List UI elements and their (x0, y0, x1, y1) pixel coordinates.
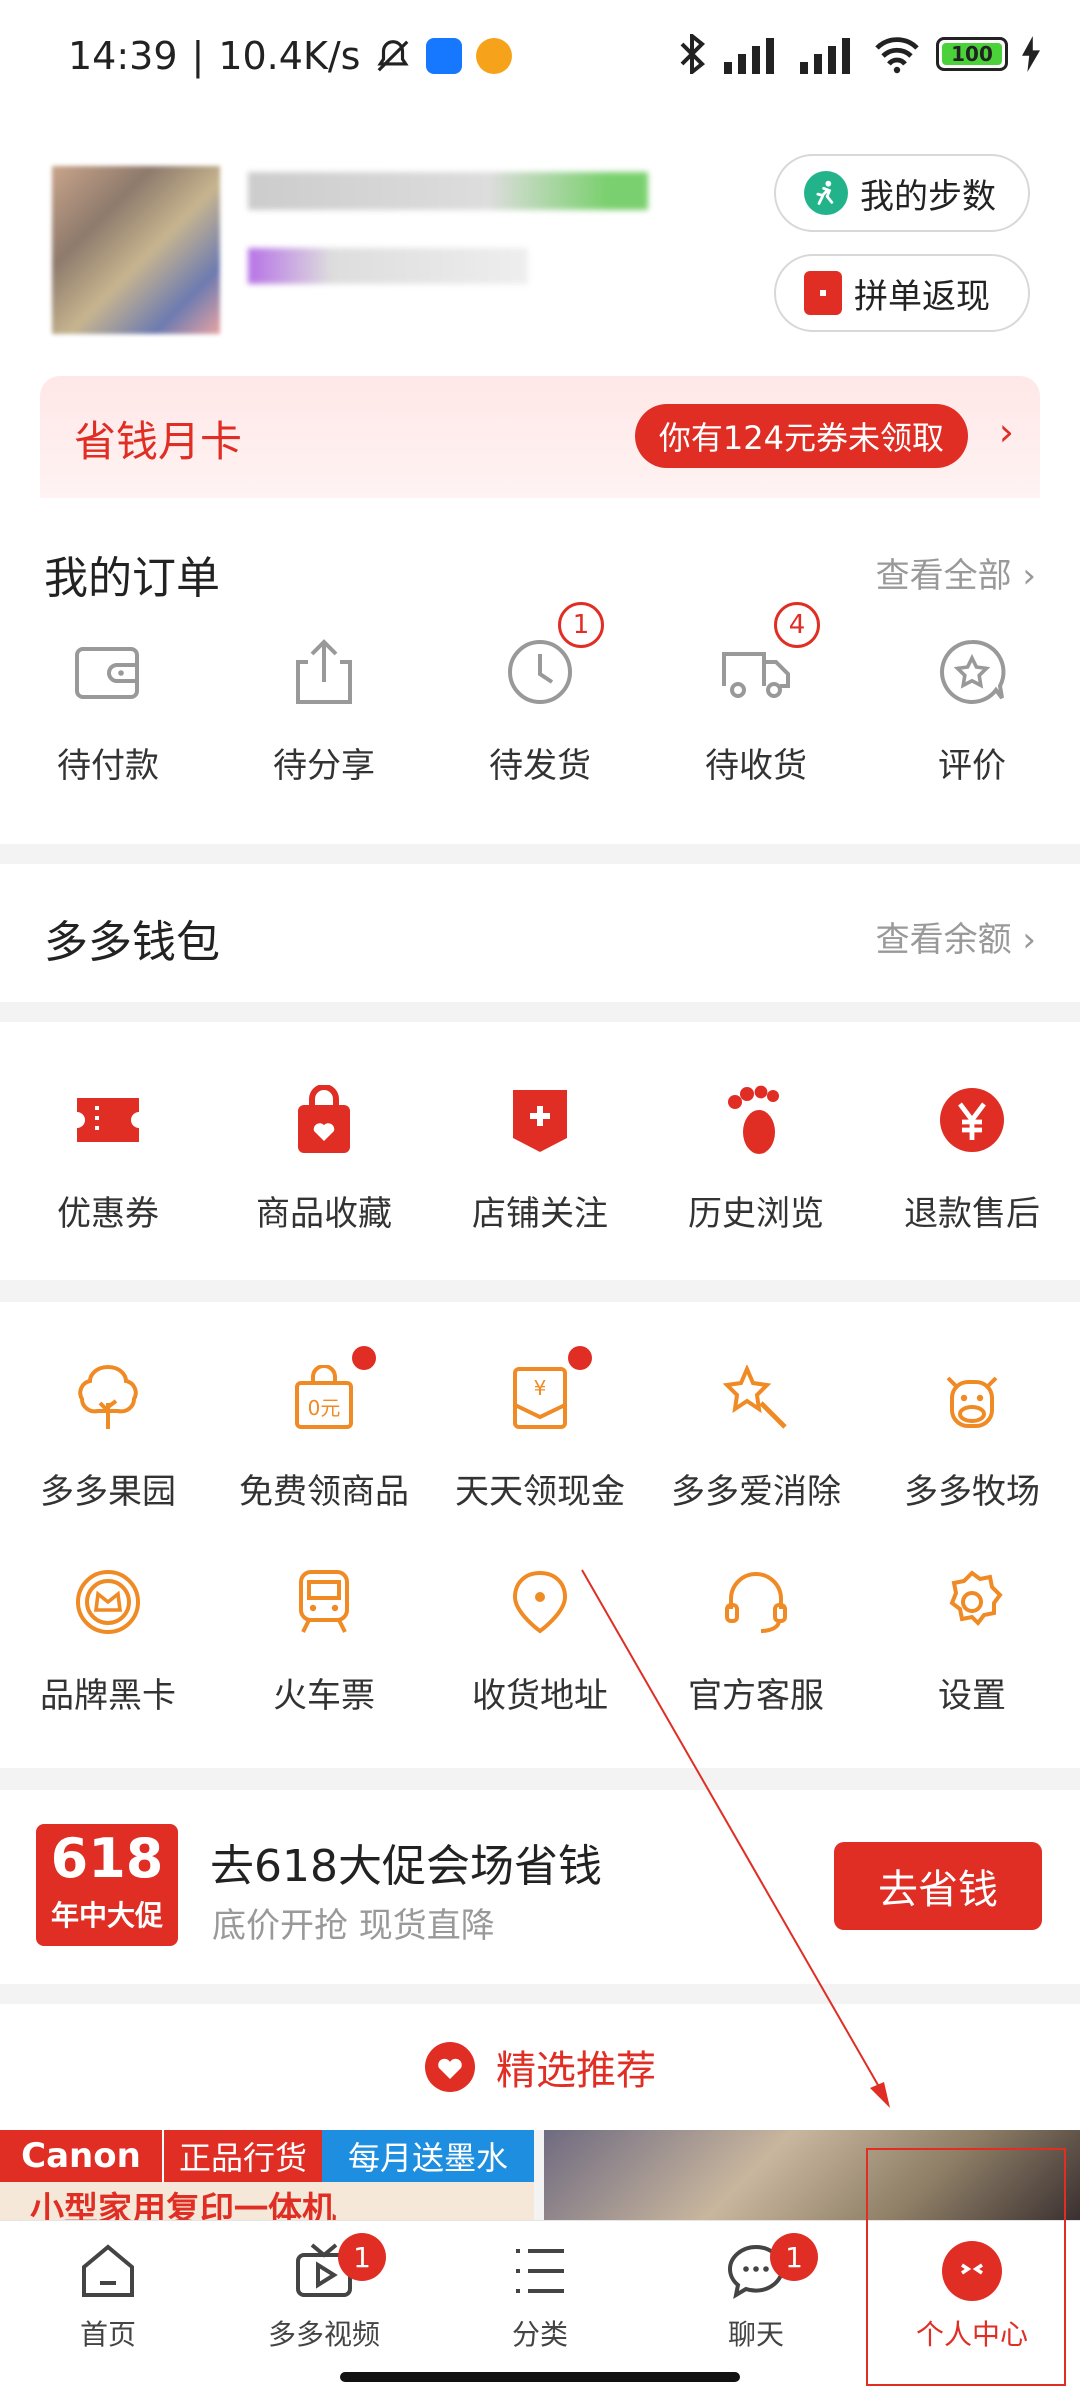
highlight-box (866, 2148, 1066, 2386)
annotation-arrow (581, 1569, 890, 2108)
